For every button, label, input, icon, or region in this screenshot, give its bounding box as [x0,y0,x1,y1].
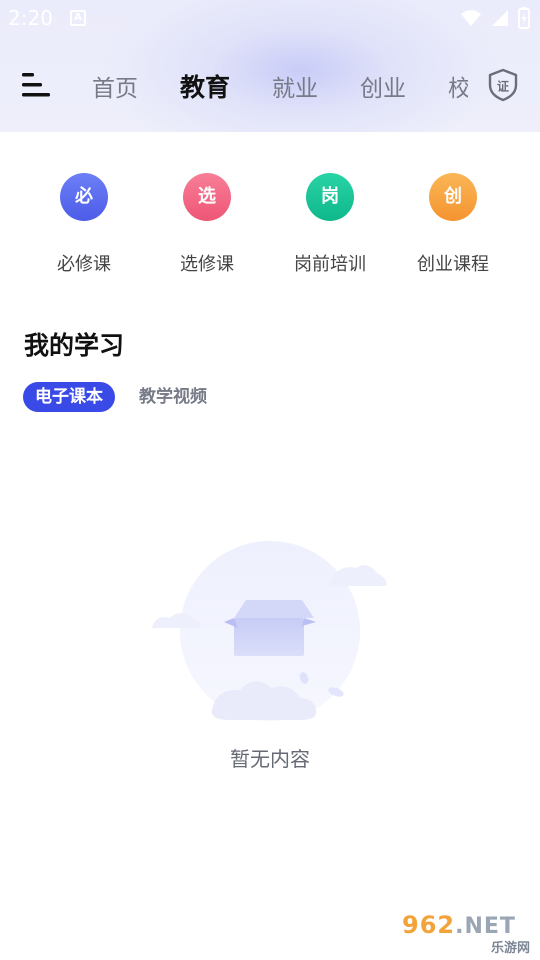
category-label: 必修课 [57,254,111,275]
sub-tab-teaching-video[interactable]: 教学视频 [127,382,219,412]
wifi-icon [461,10,481,26]
learning-sub-tabs: 电子课本 教学视频 [23,382,231,412]
tab-education[interactable]: 教育 [180,68,230,104]
tab-entrepreneurship[interactable]: 创业 [360,69,406,103]
pre-job-training-icon: 岗 [306,173,354,221]
category-startup-course[interactable]: 创 创业课程 [393,170,513,276]
battery-icon [518,7,530,29]
category-label: 选修课 [180,254,234,275]
watermark-brand-number: 962 [402,911,456,939]
certificate-shield-icon[interactable]: 证 [487,68,519,102]
status-icons [460,6,530,30]
status-time: 2:20 [8,6,53,30]
watermark-subtitle: 乐游网 [490,941,530,956]
menu-icon[interactable] [22,72,52,98]
category-required-course[interactable]: 必 必修课 [24,170,144,276]
category-pre-job-training[interactable]: 岗 岗前培训 [270,170,390,276]
empty-state-text: 暂无内容 [230,747,310,771]
tab-employment[interactable]: 就业 [272,69,318,103]
section-title: 我的学习 [24,331,125,360]
tab-school-motto[interactable]: 校训 [448,69,468,103]
nav-tabs: 首页 教育 就业 创业 校训 [92,66,468,106]
category-elective-course[interactable]: 选 选修课 [147,170,267,276]
watermark-brand: 962.NET [402,911,516,939]
required-course-icon: 必 [60,173,108,221]
category-grid: 必 必修课 选 选修课 岗 岗前培训 创 创业课程 [0,170,540,280]
certificate-glyph: 证 [497,80,509,94]
category-label: 创业课程 [417,254,489,275]
sub-tab-e-textbook[interactable]: 电子课本 [23,382,115,412]
empty-box-icon [152,541,387,721]
watermark-logo: 962.NET 乐游网 [402,911,534,956]
category-label: 岗前培训 [294,254,366,275]
a-icon: A [70,10,86,26]
cellular-signal-icon [492,10,508,26]
nav-tabs-viewport: 首页 教育 就业 创业 校训 [92,60,468,112]
startup-course-icon: 创 [429,173,477,221]
elective-course-icon: 选 [183,173,231,221]
watermark-brand-suffix: .NET [455,914,516,939]
tab-home[interactable]: 首页 [92,69,138,103]
top-header: 2:20 A 首页 教育 就业 创业 校训 [0,0,540,132]
status-bar: 2:20 A [0,0,540,36]
